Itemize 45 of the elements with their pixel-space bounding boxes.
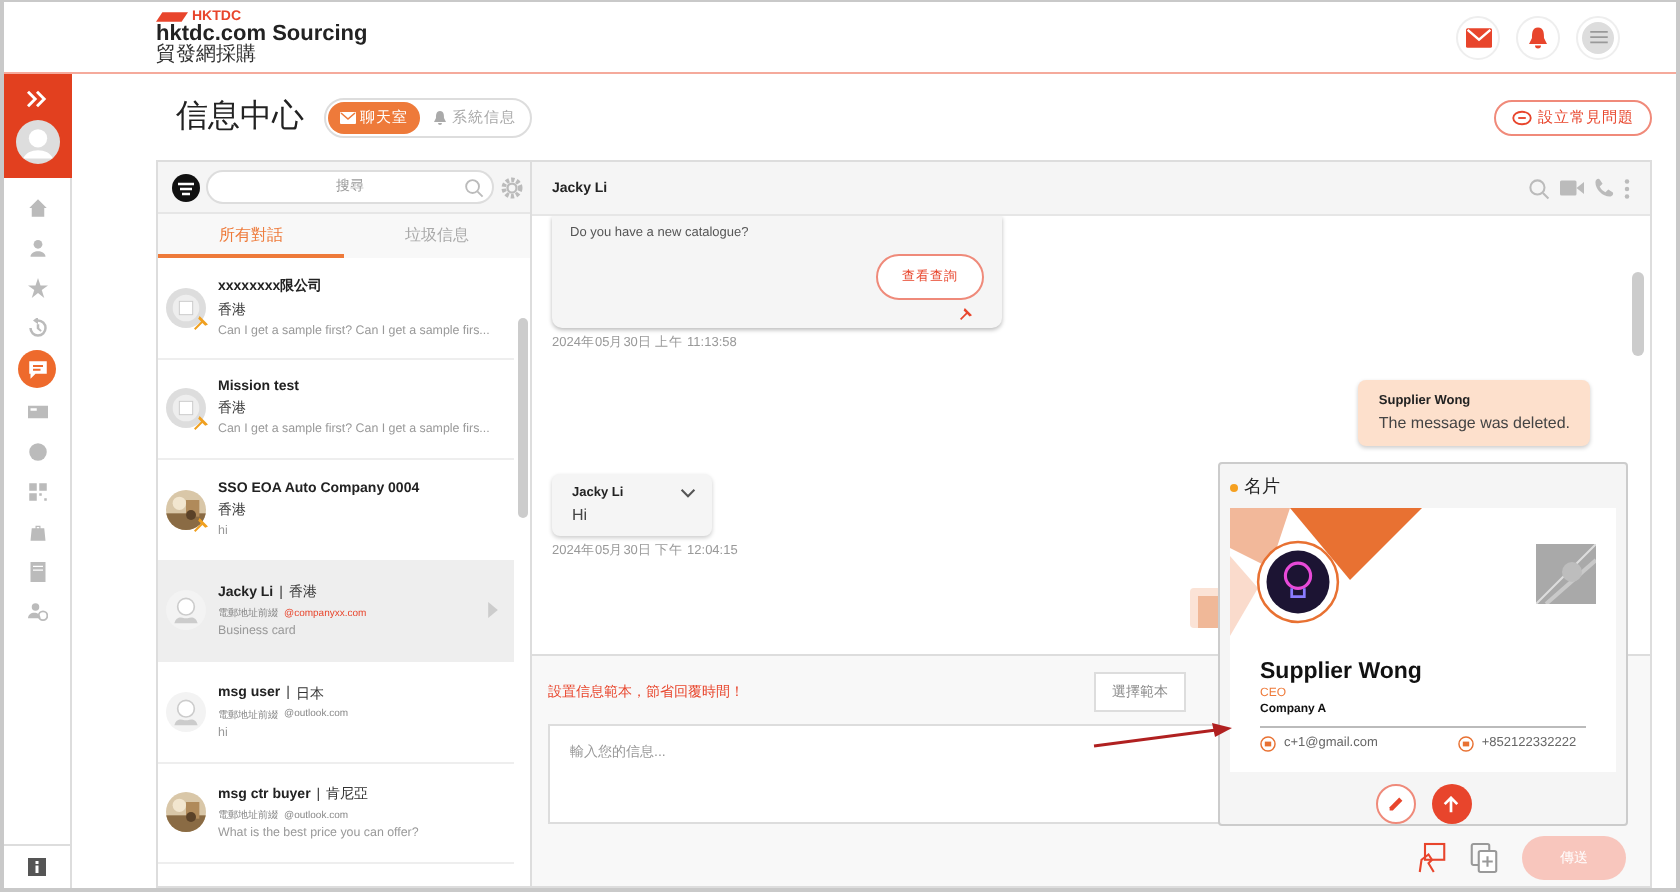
- brand-name: hktdc.com Sourcing: [156, 23, 368, 45]
- pointer-arrow: [1092, 722, 1232, 750]
- page-title: 信息中心: [176, 97, 304, 138]
- brand-subtitle: 貿發網採購: [156, 45, 256, 65]
- popup-title: 名片: [1244, 474, 1280, 501]
- notification-button[interactable]: [1516, 15, 1560, 59]
- more-icon[interactable]: [1624, 177, 1630, 199]
- info-icon[interactable]: [28, 858, 46, 876]
- email-icon: [1260, 735, 1276, 752]
- scrollbar[interactable]: [518, 318, 528, 518]
- bell-icon: [1526, 25, 1550, 49]
- chat-icon[interactable]: [18, 350, 56, 388]
- conversation-tab[interactable]: 所有對話: [158, 214, 344, 258]
- filter-icon[interactable]: [172, 173, 200, 201]
- pin-icon: [960, 308, 972, 320]
- phone-icon: [1457, 735, 1474, 752]
- video-icon[interactable]: [1560, 180, 1584, 196]
- menu-button[interactable]: [1576, 15, 1620, 59]
- avatar-icon[interactable]: [15, 119, 59, 163]
- add-document-icon[interactable]: [1470, 842, 1498, 874]
- caret-icon: [488, 601, 498, 617]
- card-name: Supplier Wong: [1260, 659, 1422, 684]
- expand-icon[interactable]: [26, 89, 48, 107]
- message-text: The message was deleted.: [1378, 414, 1570, 432]
- phone-icon[interactable]: [1594, 178, 1614, 198]
- search-icon[interactable]: [1528, 177, 1550, 199]
- message-text: Hi: [572, 506, 590, 524]
- arrow-up-icon: [1442, 795, 1460, 813]
- settings-icon[interactable]: [500, 175, 524, 199]
- menu-icon: [1589, 30, 1607, 44]
- search-icon[interactable]: [464, 177, 484, 197]
- chat-bubble-icon: [1512, 109, 1532, 125]
- bell-icon: [432, 109, 448, 125]
- mail-button[interactable]: [1456, 15, 1500, 59]
- mail-icon: [1465, 27, 1491, 47]
- conversation-tab[interactable]: 垃圾信息: [344, 214, 530, 258]
- bullet-icon: [1230, 483, 1238, 492]
- scrollbar[interactable]: [1632, 272, 1644, 356]
- lightbulb-logo-icon: [1256, 539, 1340, 624]
- edit-button[interactable]: [1375, 784, 1415, 824]
- mail-icon: [340, 111, 356, 123]
- pencil-icon: [1387, 796, 1403, 812]
- chevron-down-icon[interactable]: [680, 488, 696, 498]
- logo-icon: [156, 11, 188, 21]
- send-card-button[interactable]: [1431, 784, 1471, 824]
